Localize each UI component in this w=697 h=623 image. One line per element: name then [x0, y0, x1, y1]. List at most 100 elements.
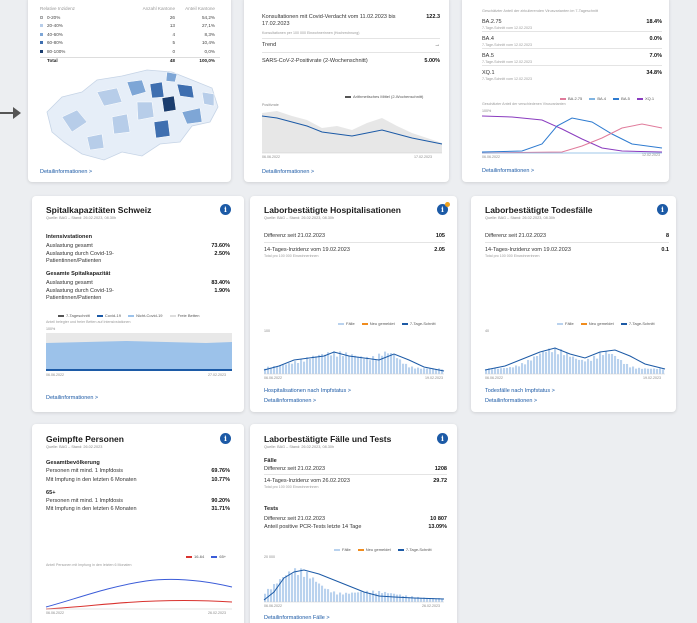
chart-bar [267, 588, 270, 602]
consultations-value: 122.3 [426, 14, 440, 20]
chart-bar [297, 575, 300, 602]
chart-bar [402, 363, 405, 374]
details-link[interactable]: Detailinformationen > [262, 169, 314, 175]
chart-bar [590, 360, 593, 374]
details-link[interactable]: Detailinformationen Fälle > [264, 615, 330, 621]
positivity-chart[interactable] [261, 108, 443, 154]
chart-bar [629, 367, 632, 374]
chart-bar [384, 351, 387, 374]
chart-bar [494, 368, 497, 374]
info-icon[interactable]: i [220, 433, 231, 444]
chart-bar [414, 368, 417, 374]
chart-legend: Arithmetisches Mittel (2-Wochenschnitt) [339, 94, 423, 99]
hospitalisations-chart[interactable] [263, 334, 445, 375]
incidence-row: 14-Tages-Inzidenz vom 19.02.2023 0.1 [485, 247, 669, 253]
chart-bar [354, 355, 357, 374]
chart-bar [390, 593, 393, 602]
chart-bar [608, 353, 611, 374]
switzerland-map[interactable] [42, 62, 222, 162]
section-title: Gesamtbevölkerung [46, 460, 100, 466]
details-link[interactable]: Detailinformationen > [264, 398, 316, 404]
info-icon[interactable]: i [437, 433, 448, 444]
chart-bar [369, 360, 372, 374]
chart-bar [420, 368, 423, 374]
section-title: Gesamte Spitalkapazität [46, 271, 111, 277]
chart-bar [384, 591, 387, 602]
chart-bar [626, 363, 629, 374]
card-consultations: Konsultationen mit Covid-Verdacht vom 11… [244, 0, 449, 182]
chart-bar [285, 575, 288, 602]
chart-bar [264, 593, 267, 602]
vaccination-status-link[interactable]: Hospitalisationen nach Impfstatus > [264, 388, 351, 394]
chart-bar [318, 354, 321, 374]
chart-bar [351, 592, 354, 602]
chart-bar [572, 356, 575, 374]
chart-bar [333, 351, 336, 374]
deaths-chart[interactable] [484, 334, 666, 375]
consultations-sub: Konsultationen per 100 000 Einwohnerinne… [262, 31, 360, 35]
occupancy-row: Auslastung gesamt 83.40% [46, 280, 230, 286]
details-link[interactable]: Detailinformationen > [46, 395, 98, 401]
chart-bar [426, 368, 429, 374]
variants-chart[interactable] [481, 114, 663, 154]
chart-bar [390, 353, 393, 374]
variant-row: BA.5 7.0% [482, 53, 662, 59]
chart-bar [327, 352, 330, 374]
chart-bar [324, 354, 327, 374]
table-row: 0-20% 26 54,2% [40, 15, 220, 24]
trend-arrow-icon: → [434, 42, 441, 48]
capacity-chart[interactable] [46, 333, 232, 371]
positive-rate-row: Anteil positive PCR-Tests letzte 14 Tage… [264, 524, 447, 530]
vaccination-row: Mit Impfung in den letzten 6 Monaten 10.7… [46, 477, 230, 483]
chart-bar [288, 571, 291, 602]
incidence-row: 14-Tages-Inzidenz vom 26.02.2023 29.72 [264, 478, 447, 484]
details-link[interactable]: Detailinformationen > [40, 169, 92, 175]
chart-bar [653, 368, 656, 374]
chart-bar [393, 593, 396, 602]
card-hospital-capacity: Spitalkapazitäten Schweiz Quelle: BAG – … [32, 196, 244, 412]
chart-bar [372, 590, 375, 602]
bars [485, 347, 665, 374]
chart-bar [599, 352, 602, 374]
chart-bar [587, 358, 590, 374]
chart-bar [381, 593, 384, 602]
arrow-right-icon [0, 107, 21, 119]
chart-bar [294, 568, 297, 602]
details-link[interactable]: Detailinformationen > [482, 168, 534, 174]
chart-bar [396, 594, 399, 602]
card-hospitalisations: Laborbestätigte Hospitalisationen Quelle… [250, 196, 457, 412]
notification-dot [445, 202, 450, 207]
chart-bar [300, 568, 303, 602]
card-title: Laborbestätigte Fälle und Tests [264, 434, 392, 444]
chart-bar [429, 368, 432, 374]
card-source: Quelle: BAG – Stand: 26.02.2023, 08.30h [264, 445, 335, 449]
vaccination-chart[interactable] [45, 569, 233, 610]
chart-bar [348, 593, 351, 602]
chart-bar [542, 351, 545, 374]
chart-bar [354, 592, 357, 602]
info-icon[interactable]: i [220, 204, 231, 215]
incidence-row: 14-Tages-Inzidenz vom 19.02.2023 2.05 [264, 247, 445, 253]
table-row: 20-40% 13 27,1% [40, 23, 220, 32]
chart-bar [360, 591, 363, 602]
cases-chart[interactable] [263, 562, 445, 603]
vaccination-status-link[interactable]: Todesfälle nach Impfstatus > [485, 388, 555, 394]
chart-bar [509, 367, 512, 374]
details-link[interactable]: Detailinformationen > [485, 398, 537, 404]
card-source: Quelle: BAG – Stand: 26.02.2023, 08.30h [264, 216, 335, 220]
chart-bar [551, 352, 554, 374]
chart-bar [300, 359, 303, 374]
variants-caption: Geschätzter Anteil der verschiedenen Vir… [482, 102, 566, 106]
x-axis-start: 06.06.2022 [262, 155, 280, 159]
chart-bar [545, 351, 548, 374]
chart-bar [270, 589, 273, 602]
chart-bar [605, 351, 608, 374]
chart-bar [548, 348, 551, 374]
chart-bar [333, 591, 336, 602]
chart-bar [339, 592, 342, 602]
info-icon[interactable]: i [657, 204, 668, 215]
chart-bar [405, 363, 408, 374]
y-axis-label: Positivrate [262, 103, 279, 107]
bars [264, 351, 444, 374]
chart-bar [614, 355, 617, 374]
